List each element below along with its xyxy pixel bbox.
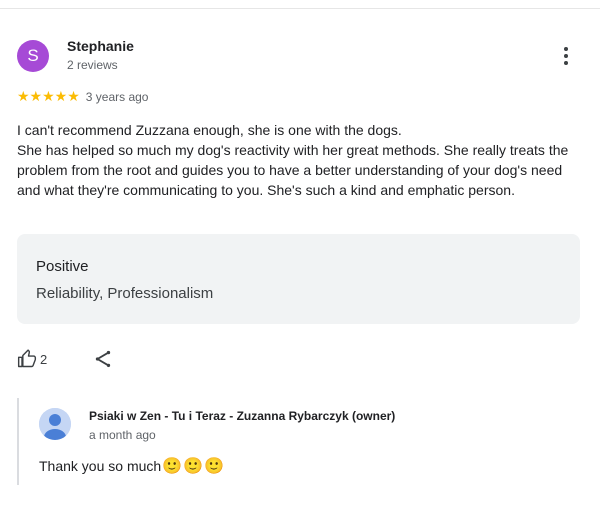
review-date: 3 years ago	[85, 89, 149, 104]
thumbs-up-icon	[17, 349, 37, 368]
review-highlight-card: Positive Reliability, Professionalism	[17, 234, 580, 324]
review-text-line: She has helped so much my dog's reactivi…	[17, 142, 569, 198]
reply-text: Thank you so much 🙂🙂🙂	[39, 456, 225, 476]
reviewer-name[interactable]: Stephanie	[67, 38, 134, 54]
reviewer-avatar[interactable]: S	[17, 40, 49, 72]
highlight-title: Positive	[36, 258, 89, 275]
reply-message: Thank you so much	[39, 458, 162, 474]
more-options-icon[interactable]	[556, 44, 576, 68]
owner-name[interactable]: Psiaki w Zen - Tu i Teraz - Zuzanna Ryba…	[89, 409, 395, 423]
share-icon	[95, 350, 111, 368]
owner-reply: Psiaki w Zen - Tu i Teraz - Zuzanna Ryba…	[17, 398, 579, 485]
owner-avatar	[39, 408, 71, 440]
reply-date: a month ago	[89, 428, 156, 442]
review-text: I can't recommend Zuzzana enough, she is…	[17, 120, 582, 200]
like-count: 2	[40, 351, 48, 367]
share-button[interactable]	[92, 348, 114, 370]
smile-emoji-icons: 🙂🙂🙂	[162, 458, 225, 475]
reviewer-review-count: 2 reviews	[67, 58, 118, 72]
person-icon	[39, 408, 71, 440]
like-button[interactable]: 2	[17, 348, 47, 370]
top-divider	[0, 8, 600, 9]
review-text-line: I can't recommend Zuzzana enough, she is…	[17, 122, 402, 138]
star-rating: ★★★★★	[17, 88, 80, 104]
highlight-value: Reliability, Professionalism	[36, 285, 214, 302]
rating-row: ★★★★★ 3 years ago	[17, 88, 148, 105]
